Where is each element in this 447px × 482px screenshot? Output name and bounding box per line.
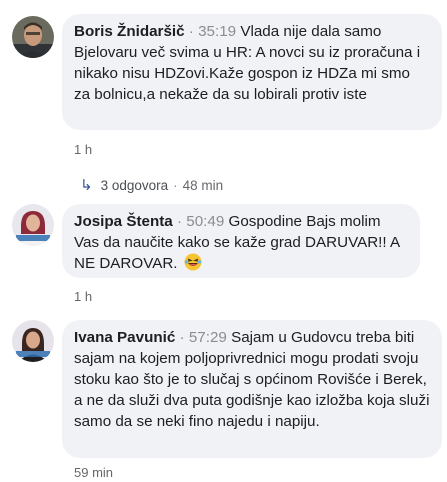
avatar[interactable] bbox=[12, 16, 54, 58]
separator-dot: · bbox=[188, 23, 194, 40]
comment-author[interactable]: Boris Žnidaršič bbox=[74, 23, 185, 40]
avatar[interactable] bbox=[12, 204, 54, 246]
comment-bubble: Josipa Štenta · 50:49 Gospodine Bajs mol… bbox=[62, 204, 420, 278]
reply-age: 48 min bbox=[182, 177, 224, 193]
comment-bubble: Boris Žnidaršič · 35:19 Vlada nije dala … bbox=[62, 14, 442, 130]
comment-age[interactable]: 59 min bbox=[74, 465, 113, 480]
view-replies-link[interactable]: ↳ 3 odgovora · 48 min bbox=[80, 176, 223, 194]
laughing-face-icon bbox=[184, 253, 202, 271]
comment-age[interactable]: 1 h bbox=[74, 142, 92, 157]
separator-dot: · bbox=[179, 329, 185, 346]
reply-count[interactable]: 3 odgovora bbox=[101, 178, 169, 193]
comment-author[interactable]: Josipa Štenta bbox=[74, 213, 173, 230]
avatar-photo-icon bbox=[12, 320, 54, 362]
avatar-photo-icon bbox=[12, 16, 54, 58]
comment-age[interactable]: 1 h bbox=[74, 289, 92, 304]
reply-arrow-icon: ↳ bbox=[80, 177, 93, 194]
separator-dot: · bbox=[173, 177, 178, 193]
comment-timestamp[interactable]: 57:29 bbox=[189, 329, 227, 346]
comment-author[interactable]: Ivana Pavunić bbox=[74, 329, 175, 346]
separator-dot: · bbox=[176, 213, 183, 230]
comment-bubble: Ivana Pavunić · 57:29 Sajam u Gudovcu tr… bbox=[62, 320, 442, 458]
comment-timestamp[interactable]: 35:19 bbox=[198, 23, 236, 40]
avatar[interactable] bbox=[12, 320, 54, 362]
comment-timestamp[interactable]: 50:49 bbox=[186, 213, 224, 230]
avatar-photo-icon bbox=[12, 204, 54, 246]
